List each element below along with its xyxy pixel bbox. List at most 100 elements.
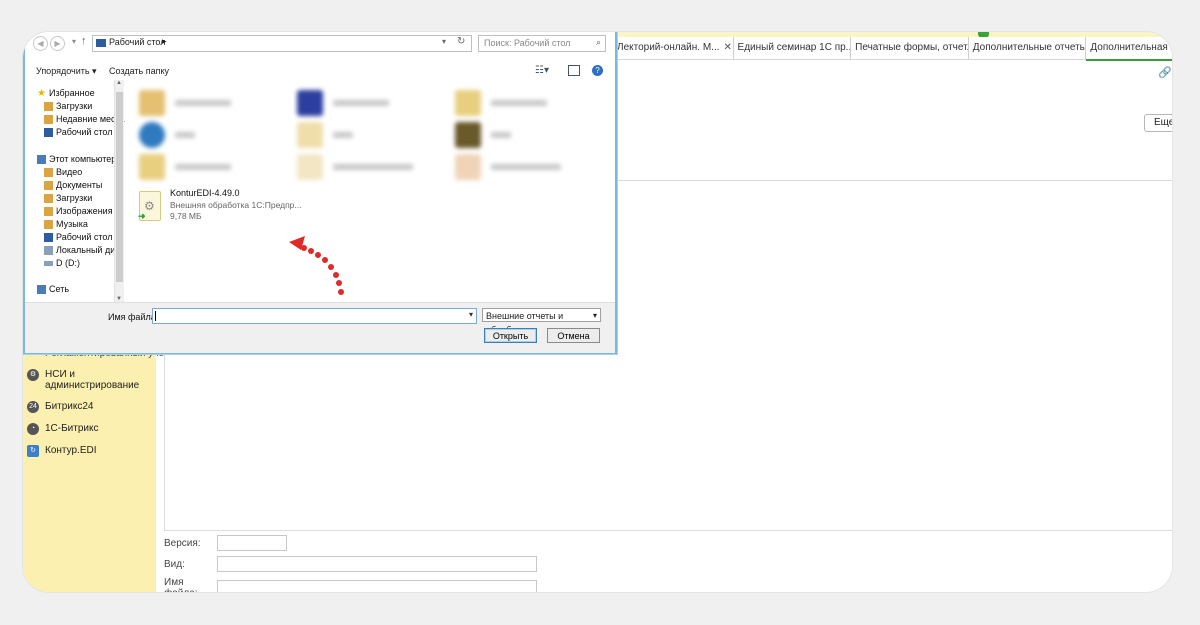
sidebar-item-label: Битрикс24 (45, 401, 94, 412)
refresh-icon[interactable]: ↻ (457, 36, 465, 47)
tree-item-documents[interactable]: Документы (44, 180, 102, 190)
filename-label: Имя файла: (108, 312, 159, 322)
tree-item-music[interactable]: Музыка (44, 219, 88, 229)
chevron-down-icon[interactable]: ▾ (593, 309, 597, 323)
version-field[interactable] (217, 535, 287, 551)
blurred-file-tile[interactable] (297, 122, 353, 148)
preview-pane-icon[interactable] (568, 65, 580, 76)
folder-icon (44, 206, 53, 216)
blurred-file-tile[interactable] (139, 154, 231, 180)
tree-item-downloads[interactable]: Загрузки (44, 101, 92, 111)
tab-label: Единый семинар 1С пр... (737, 42, 852, 53)
kind-field[interactable] (217, 556, 537, 572)
folder-icon (139, 90, 165, 116)
blurred-file-tile[interactable] (455, 122, 511, 148)
tree-item-label: Сеть (49, 284, 70, 294)
tree-item-label: Рабочий стол (56, 232, 113, 242)
forward-arrow-icon[interactable]: ▶ (50, 36, 65, 51)
help-icon[interactable]: ? (592, 65, 603, 76)
kontur-edi-icon: ↻ (27, 445, 39, 457)
desktop-icon (44, 127, 53, 137)
search-placeholder: Поиск: Рабочий стол (484, 38, 571, 48)
sidebar-item-nsi[interactable]: ⚙ НСИ и администрирование (27, 369, 152, 391)
tree-item-this-pc[interactable]: Этот компьютер (37, 154, 116, 164)
file-type-filter-select[interactable]: Внешние отчеты и обработки ▾ (482, 308, 601, 335)
blurred-file-tile[interactable] (297, 90, 389, 116)
folder-icon (44, 167, 53, 177)
folder-icon (139, 154, 165, 180)
cancel-button[interactable]: Отмена (547, 328, 600, 343)
view-options-icon[interactable]: ☷▾ (535, 65, 549, 76)
breadcrumb-chevron-icon[interactable]: ▸ (162, 36, 167, 47)
file-item-kontur-edi[interactable]: ⚙ ➜ KonturEDI-4.49.0 Внешняя обработка 1… (138, 188, 302, 224)
tree-scrollbar[interactable]: ▲ ▼ (114, 80, 124, 302)
tab-lectorium[interactable]: Лекторий-онлайн. М... ✕ (613, 37, 734, 59)
tree-item-desktop-pc[interactable]: Рабочий стол (44, 232, 113, 242)
close-tab-icon[interactable]: ✕ (724, 42, 732, 53)
sidebar-item-label: НСИ и администрирование (45, 369, 140, 391)
scroll-thumb[interactable] (116, 92, 123, 282)
filename-input[interactable]: ▾ (152, 308, 477, 324)
version-row: Версия: (164, 535, 287, 551)
tree-item-d-drive[interactable]: D (D:) (44, 258, 80, 268)
search-input[interactable]: Поиск: Рабочий стол ⌕ (478, 35, 606, 52)
sidebar-item-1c-bitrix[interactable]: ◔ 1С-Битрикс (27, 423, 152, 435)
dialog-nav-bar: ◀ ▶ ▾ ↑ Рабочий стол ▸ ▾ ↻ Поиск: Рабочи… (25, 32, 615, 54)
blurred-file-tile[interactable] (297, 154, 413, 180)
gear-icon: ⚙ (27, 369, 39, 381)
folder-icon (44, 114, 53, 124)
text-caret (155, 311, 156, 321)
blurred-file-tile[interactable] (139, 122, 195, 148)
chevron-down-icon[interactable]: ▾ (469, 310, 473, 319)
filename-row: Имя файла: (164, 577, 537, 592)
history-dropdown-icon[interactable]: ▾ (72, 37, 76, 46)
open-button[interactable]: Открыть (484, 328, 537, 343)
blurred-file-tile[interactable] (455, 154, 561, 180)
filename-field[interactable] (217, 580, 537, 592)
tree-item-local-disk[interactable]: Локальный диск (44, 245, 124, 255)
folder-icon (455, 90, 481, 116)
address-dropdown-icon[interactable]: ▾ (442, 37, 446, 46)
address-bar[interactable]: Рабочий стол ▸ ▾ ↻ (92, 35, 472, 52)
tree-item-label: Музыка (56, 219, 88, 229)
star-icon: ★ (37, 87, 46, 99)
file-name: KonturEDI-4.49.0 (170, 188, 240, 198)
tree-item-network[interactable]: Сеть (37, 284, 69, 294)
blurred-file-tile[interactable] (455, 90, 547, 116)
tab-print-forms[interactable]: Печатные формы, отчет...✕ (851, 37, 969, 59)
blurred-file-tile[interactable] (139, 90, 231, 116)
tree-item-favorites[interactable]: ★ Избранное (37, 88, 95, 98)
tab-label: Дополнительная об... (1090, 42, 1172, 53)
tree-item-downloads-pc[interactable]: Загрузки (44, 193, 92, 203)
tree-item-recent[interactable]: Недавние места (44, 114, 125, 124)
tab-additional-reports[interactable]: Дополнительные отчеты...✕ (969, 37, 1087, 59)
search-icon[interactable]: ⌕ (596, 37, 601, 48)
tree-item-label: Изображения (56, 206, 113, 216)
folder-icon (44, 180, 53, 190)
network-icon (139, 122, 165, 148)
file-list: ⚙ ➜ KonturEDI-4.49.0 Внешняя обработка 1… (125, 80, 615, 302)
more-button[interactable]: Еще (1144, 114, 1172, 132)
sidebar-item-bitrix24[interactable]: 24 Битрикс24 (27, 401, 152, 413)
back-arrow-icon[interactable]: ◀ (33, 36, 48, 51)
tree-item-video[interactable]: Видео (44, 167, 82, 177)
file-icon (297, 154, 323, 180)
kind-label: Вид: (164, 558, 185, 570)
sidebar-item-kontur-edi[interactable]: ↻ Контур.EDI (27, 445, 152, 457)
tab-seminar[interactable]: Единый семинар 1С пр...✕ (734, 37, 852, 59)
tree-item-label: Этот компьютер (49, 154, 117, 164)
filename-label: Имя файла: (164, 577, 198, 592)
up-arrow-icon[interactable]: ↑ (81, 35, 87, 47)
tree-item-desktop[interactable]: Рабочий стол (44, 127, 113, 137)
scroll-up-icon[interactable]: ▲ (116, 80, 122, 86)
green-arrow-icon: ➜ (138, 211, 146, 221)
organize-button[interactable]: Упорядочить ▾ (36, 66, 97, 77)
file-size: 9,78 МБ (170, 211, 202, 221)
version-label: Версия: (164, 537, 201, 549)
paperclip-icon[interactable]: 🔗 (1158, 66, 1172, 79)
tree-item-images[interactable]: Изображения (44, 206, 113, 216)
tab-additional-processing[interactable]: Дополнительная об... (1086, 37, 1172, 61)
new-folder-button[interactable]: Создать папку (109, 66, 169, 76)
tree-item-label: Загрузки (56, 101, 93, 111)
tree-item-label: Видео (56, 167, 83, 177)
